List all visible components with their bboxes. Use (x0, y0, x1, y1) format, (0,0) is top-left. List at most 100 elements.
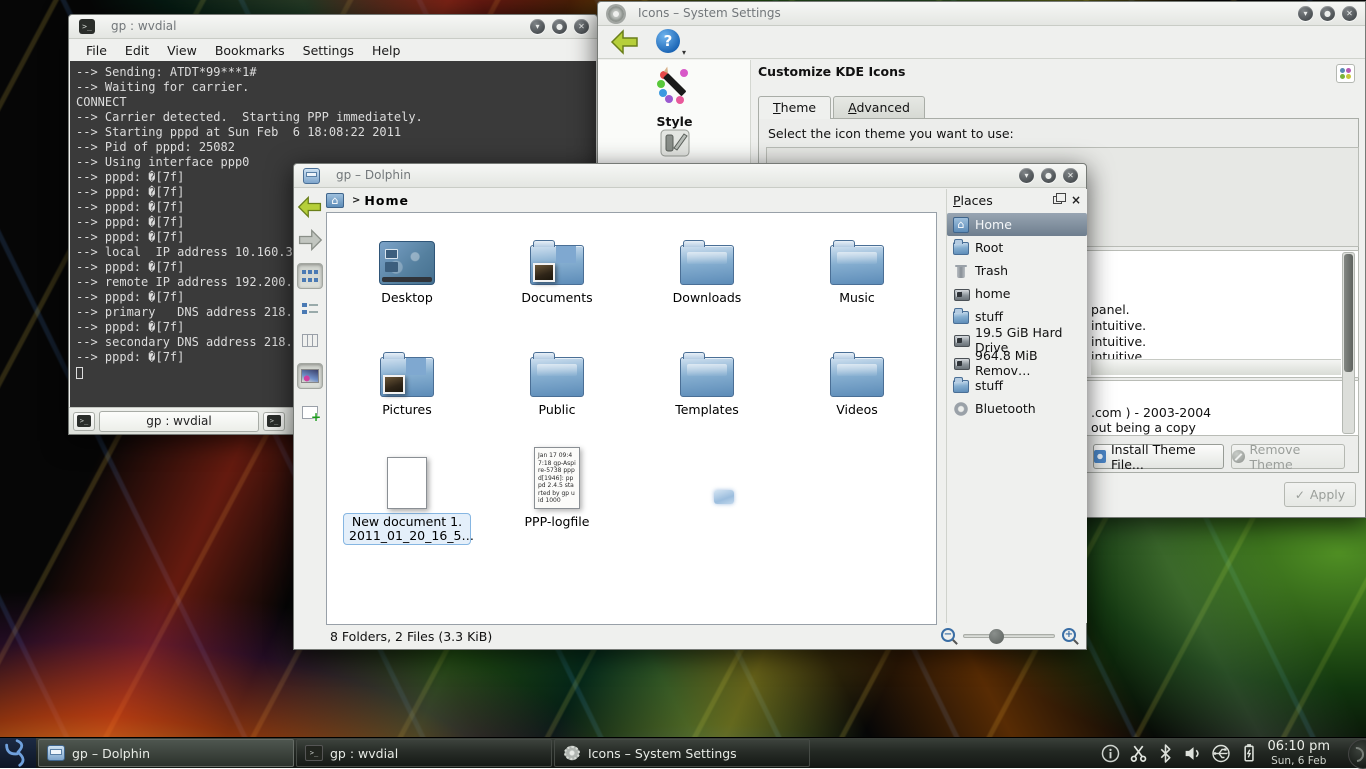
maximize-button[interactable]: ● (552, 19, 567, 34)
maximize-button[interactable]: ● (1320, 6, 1335, 21)
place-label: Root (975, 240, 1003, 255)
konsole-tab[interactable]: gp : wvdial (99, 411, 259, 432)
sidebar-item-style[interactable]: Style (598, 65, 751, 129)
file-item[interactable]: Desktop (332, 223, 482, 335)
file-label: Music (833, 289, 881, 307)
places-item[interactable]: Home (947, 213, 1087, 236)
close-panel-icon[interactable]: × (1071, 195, 1081, 205)
no-entry-icon (1232, 450, 1245, 463)
help-icon[interactable]: ? (656, 29, 680, 53)
file-item[interactable]: Pictures (332, 335, 482, 447)
terminal-cursor (76, 367, 83, 379)
konsole-titlebar[interactable]: >_ gp : wvdial ▾ ● ✕ (69, 15, 597, 39)
klipper-scissors-icon[interactable] (1129, 744, 1148, 763)
gear-icon (608, 6, 624, 22)
home-folder-icon[interactable] (326, 193, 344, 208)
check-icon: ✓ (1295, 488, 1305, 502)
file-item[interactable]: Music (782, 223, 932, 335)
file-icon (830, 245, 884, 285)
details-view-button[interactable] (297, 295, 323, 321)
app-launcher-button[interactable] (0, 738, 36, 768)
back-button[interactable] (297, 194, 323, 220)
usb-device-icon[interactable] (1211, 744, 1231, 763)
zoom-slider-handle[interactable] (989, 629, 1004, 644)
system-settings-toolbar: ? ▾ (598, 26, 1365, 59)
menu-item[interactable]: View (158, 43, 206, 58)
file-item[interactable]: Templates (632, 335, 782, 447)
zoom-slider[interactable] (963, 634, 1055, 638)
tab[interactable]: Advanced (833, 96, 925, 119)
minimize-button[interactable]: ▾ (1298, 6, 1313, 21)
install-icon (1094, 450, 1106, 463)
place-icon (953, 263, 969, 279)
maximize-button[interactable]: ● (1041, 168, 1056, 183)
close-button[interactable]: ✕ (1063, 168, 1078, 183)
busy-cursor (714, 490, 734, 504)
file-item[interactable]: Downloads (632, 223, 782, 335)
file-item[interactable]: Videos (782, 335, 932, 447)
icons-module-icon (1336, 64, 1355, 83)
places-item[interactable]: Trash (947, 259, 1087, 282)
breadcrumb-home[interactable]: Home (364, 193, 409, 208)
battery-icon[interactable] (1240, 743, 1257, 763)
status-bar: 8 Folders, 2 Files (3.3 KiB) (326, 623, 937, 649)
minimize-button[interactable]: ▾ (1019, 168, 1034, 183)
file-icon (387, 457, 427, 509)
close-button[interactable]: ✕ (574, 19, 589, 34)
places-item[interactable]: 964.8 MiB Remov… (947, 351, 1087, 374)
columns-view-button[interactable] (297, 327, 323, 353)
digital-clock[interactable]: 06:10 pm Sun, 6 Feb (1265, 738, 1336, 768)
file-item[interactable]: Public (482, 335, 632, 447)
menu-item[interactable]: Bookmarks (206, 43, 294, 58)
menu-item[interactable]: Settings (294, 43, 363, 58)
terminal-line: CONNECT (76, 95, 590, 110)
places-item[interactable]: home (947, 282, 1087, 305)
zoom-in-icon[interactable]: + (1062, 628, 1076, 642)
close-button[interactable]: ✕ (1342, 6, 1357, 21)
split-view-icon (302, 406, 318, 419)
file-label: Desktop (375, 289, 439, 307)
places-panel-title: Places (953, 193, 1053, 208)
bluetooth-icon[interactable] (1157, 744, 1174, 763)
taskbar-task[interactable]: gp : wvdial (296, 739, 552, 767)
menu-item[interactable]: File (77, 43, 116, 58)
scrollbar[interactable] (1342, 252, 1355, 434)
panel-toolbox-cashew[interactable] (1336, 738, 1366, 768)
file-item[interactable]: Documents (482, 223, 632, 335)
split-view-button[interactable] (297, 399, 323, 425)
file-item[interactable]: Jan 17 09:47:18 gp-Aspire-5738 pppd[1946… (482, 447, 632, 559)
places-item[interactable]: Root (947, 236, 1087, 259)
install-theme-button[interactable]: Install Theme File... (1093, 444, 1224, 469)
icons-view-button[interactable] (297, 263, 323, 289)
preview-button[interactable] (297, 363, 323, 389)
remove-theme-button[interactable]: Remove Theme (1231, 444, 1345, 469)
system-settings-window-title: Icons – System Settings (638, 6, 781, 20)
back-arrow-icon[interactable] (610, 29, 640, 55)
volume-icon[interactable] (1183, 744, 1202, 763)
forward-button[interactable] (297, 227, 323, 253)
file-label: Public (533, 401, 582, 419)
new-tab-button-2[interactable]: >_ (263, 412, 285, 431)
zoom-out-icon[interactable]: − (941, 628, 955, 642)
dolphin-titlebar[interactable]: gp – Dolphin ▾ ● ✕ (294, 164, 1086, 188)
menu-item[interactable]: Edit (116, 43, 158, 58)
tab[interactable]: Theme (758, 96, 831, 119)
info-icon[interactable] (1101, 744, 1120, 763)
float-panel-icon[interactable] (1053, 196, 1062, 204)
minimize-button[interactable]: ▾ (530, 19, 545, 34)
folder-view[interactable]: Desktop Documents Downloads Music Pictur… (326, 212, 937, 625)
select-theme-label: Select the icon theme you want to use: (768, 126, 1014, 141)
file-item[interactable]: New document 1.2011_01_20_16_5… (332, 447, 482, 559)
place-label: Home (975, 217, 1012, 232)
system-settings-titlebar[interactable]: Icons – System Settings ▾ ● ✕ (598, 2, 1365, 26)
chevron-down-icon[interactable]: ▾ (682, 48, 686, 57)
new-tab-button[interactable]: >_ (73, 412, 95, 431)
apply-button[interactable]: ✓ Apply (1284, 482, 1356, 507)
places-item[interactable]: Bluetooth (947, 397, 1087, 420)
menu-item[interactable]: Help (363, 43, 410, 58)
taskbar-task[interactable]: gp – Dolphin (38, 739, 294, 767)
file-icon (530, 245, 584, 285)
scrollbar-thumb[interactable] (1344, 254, 1353, 372)
sidebar-item-next-module[interactable] (598, 126, 751, 164)
taskbar-task[interactable]: Icons – System Settings (554, 739, 810, 767)
